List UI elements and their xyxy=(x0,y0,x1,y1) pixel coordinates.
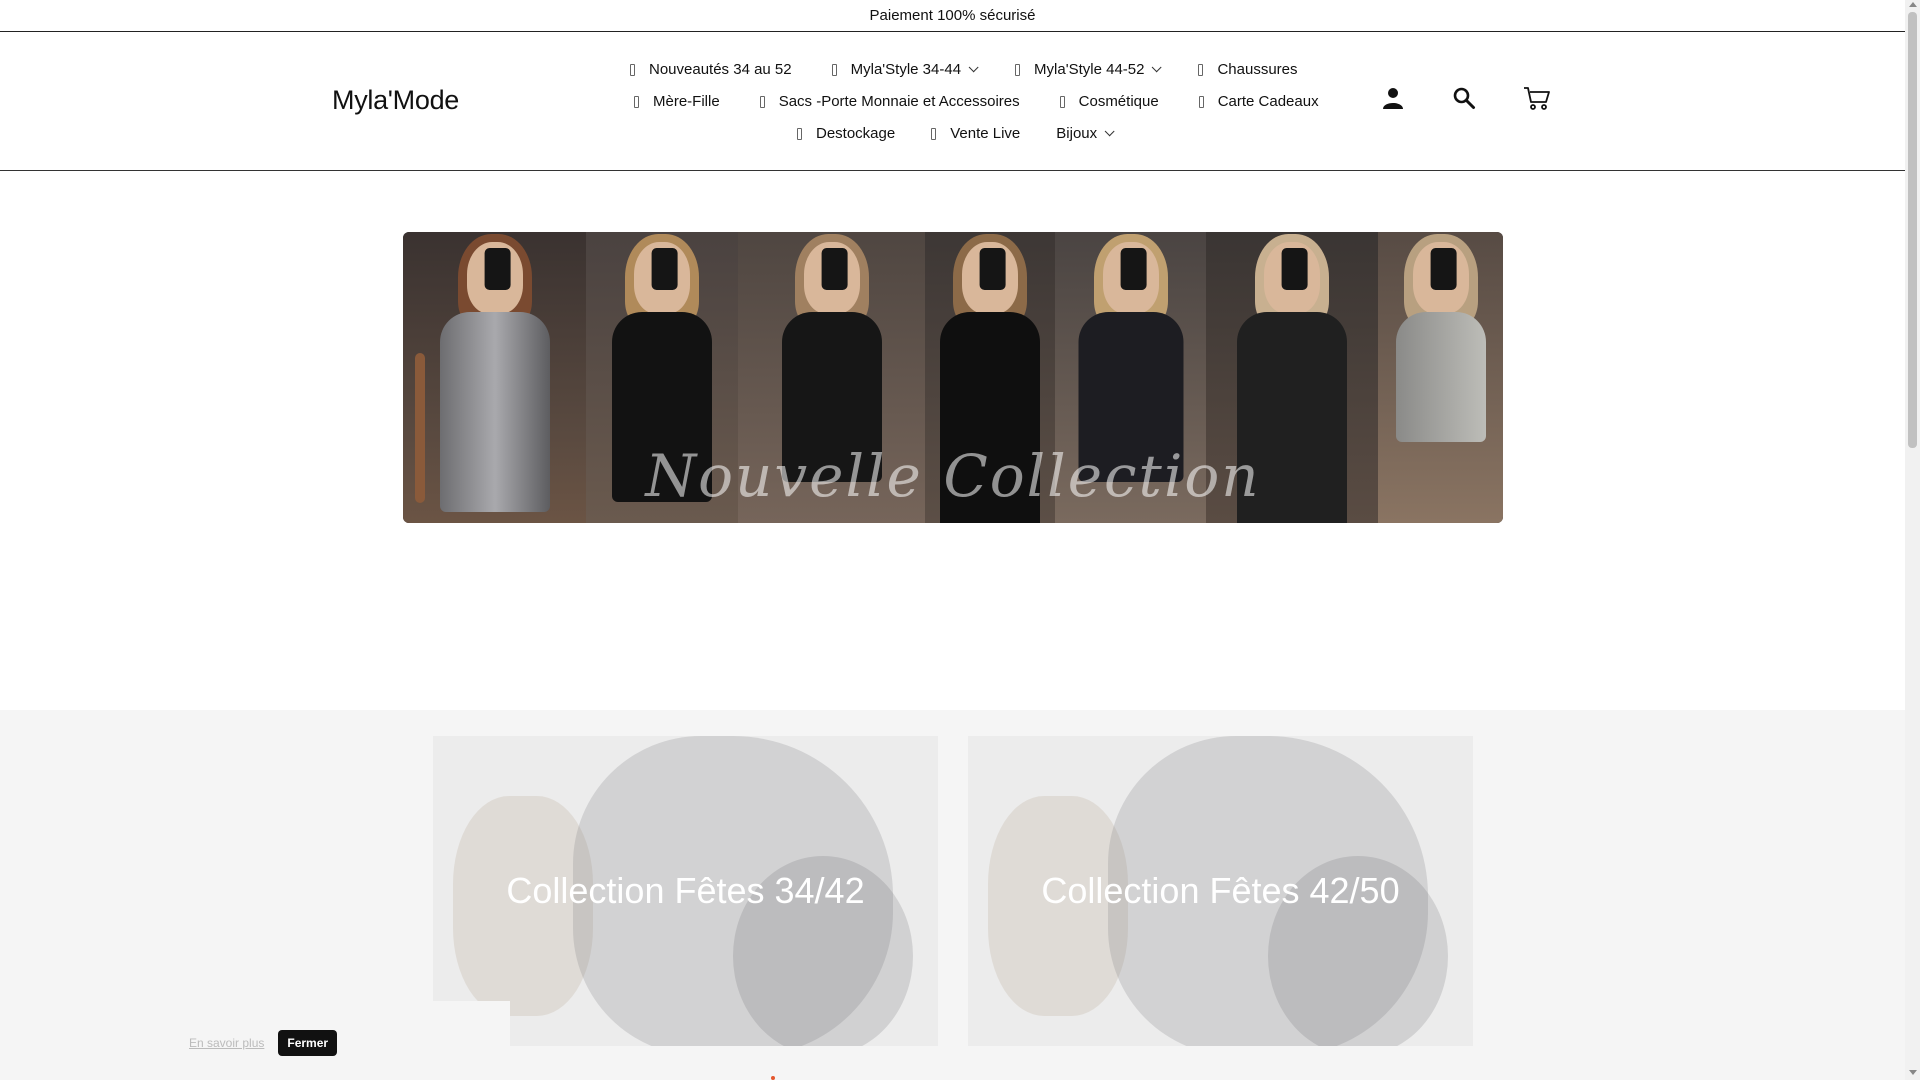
nav-label: Mère-Fille xyxy=(653,93,720,110)
nav-item-nouveautes[interactable]: Nouveautés 34 au 52 xyxy=(630,61,792,78)
nav-label: Sacs -Porte Monnaie et Accessoires xyxy=(778,93,1020,110)
close-cookie-button[interactable]: Fermer xyxy=(278,1030,338,1056)
account-icon[interactable] xyxy=(1378,83,1408,113)
brand-logo[interactable]: Myla'Mode xyxy=(332,85,459,116)
announcement-bar: Paiement 100% sécurisé xyxy=(0,0,1905,32)
nav-item-carte-cadeaux[interactable]: Carte Cadeaux xyxy=(1198,93,1319,110)
nav-label: Nouveautés 34 au 52 xyxy=(649,61,792,78)
chevron-down-icon xyxy=(968,62,979,73)
nav-label: Myla'Style 44-52 xyxy=(1034,61,1145,78)
nav-label: Carte Cadeaux xyxy=(1217,93,1319,110)
hero-photo-7 xyxy=(1378,232,1503,523)
nav-marker-icon xyxy=(797,127,802,140)
scrollbar-thumb[interactable] xyxy=(1908,12,1917,448)
cookie-banner: En savoir plus Fermer xyxy=(189,1030,338,1056)
main-nav-row-2: Mère-Fille Sacs -Porte Monnaie et Access… xyxy=(634,93,1359,110)
nav-item-vente-live[interactable]: Vente Live xyxy=(931,125,1020,142)
nav-item-bijoux[interactable]: Bijoux xyxy=(1056,125,1115,142)
nav-item-destockage[interactable]: Destockage xyxy=(797,125,895,142)
collection-title: Collection Fêtes 34/42 xyxy=(506,870,865,911)
nav-label: Cosmétique xyxy=(1078,93,1159,110)
nav-item-mere-fille[interactable]: Mère-Fille xyxy=(634,93,720,110)
nav-marker-icon xyxy=(831,63,837,76)
card-image-shape xyxy=(433,1001,510,1046)
hero-photo-5 xyxy=(1055,232,1206,523)
scroll-down-icon[interactable] xyxy=(1909,1070,1917,1075)
hero-photo-6 xyxy=(1206,232,1378,523)
nav-item-chaussures[interactable]: Chaussures xyxy=(1198,61,1298,78)
nav-item-cosmetique[interactable]: Cosmétique xyxy=(1059,93,1159,110)
indicator-dot xyxy=(771,1076,775,1080)
main-nav-row-1: Nouveautés 34 au 52 Myla'Style 34-44 Myl… xyxy=(630,61,1338,78)
collections-section: Collection Fêtes 34/42 Collection Fêtes … xyxy=(0,710,1905,1080)
nav-marker-icon xyxy=(1198,95,1204,108)
learn-more-link[interactable]: En savoir plus xyxy=(189,1036,264,1050)
nav-marker-icon xyxy=(1059,95,1065,108)
nav-marker-icon xyxy=(634,95,639,108)
main-nav-row-3: Destockage Vente Live Bijoux xyxy=(797,125,1147,142)
scroll-up-icon[interactable] xyxy=(1909,2,1917,7)
nav-marker-icon xyxy=(1015,63,1021,76)
hero-photo-1 xyxy=(403,232,586,523)
nav-marker-icon xyxy=(931,127,937,140)
cart-icon[interactable] xyxy=(1522,83,1552,113)
collection-card-42-50[interactable]: Collection Fêtes 42/50 xyxy=(968,736,1473,1046)
announcement-text: Paiement 100% sécurisé xyxy=(869,7,1036,24)
collection-card-34-42[interactable]: Collection Fêtes 34/42 xyxy=(433,736,938,1046)
hero-photo-2 xyxy=(586,232,738,523)
collection-title: Collection Fêtes 42/50 xyxy=(1041,870,1400,911)
site-header: Myla'Mode Nouveautés 34 au 52 Myla'Style… xyxy=(0,33,1905,171)
nav-label: Chaussures xyxy=(1217,61,1298,78)
nav-marker-icon xyxy=(1198,63,1204,76)
hero-photo-3 xyxy=(738,232,925,523)
hero-photo-4 xyxy=(925,232,1055,523)
nav-label: Bijoux xyxy=(1056,125,1098,142)
nav-label: Destockage xyxy=(816,125,896,142)
chevron-down-icon xyxy=(1104,126,1115,137)
nav-item-sacs-accessoires[interactable]: Sacs -Porte Monnaie et Accessoires xyxy=(759,93,1020,110)
nav-marker-icon xyxy=(630,63,635,76)
hero-banner[interactable]: Nouvelle Collection xyxy=(403,232,1503,523)
nav-item-mylastyle-34-44[interactable]: Myla'Style 34-44 xyxy=(831,61,979,78)
nav-item-mylastyle-44-52[interactable]: Myla'Style 44-52 xyxy=(1015,61,1163,78)
nav-marker-icon xyxy=(759,95,765,108)
nav-label: Myla'Style 34-44 xyxy=(850,61,962,78)
search-icon[interactable] xyxy=(1449,83,1479,113)
chevron-down-icon xyxy=(1152,62,1163,73)
nav-label: Vente Live xyxy=(950,125,1021,142)
